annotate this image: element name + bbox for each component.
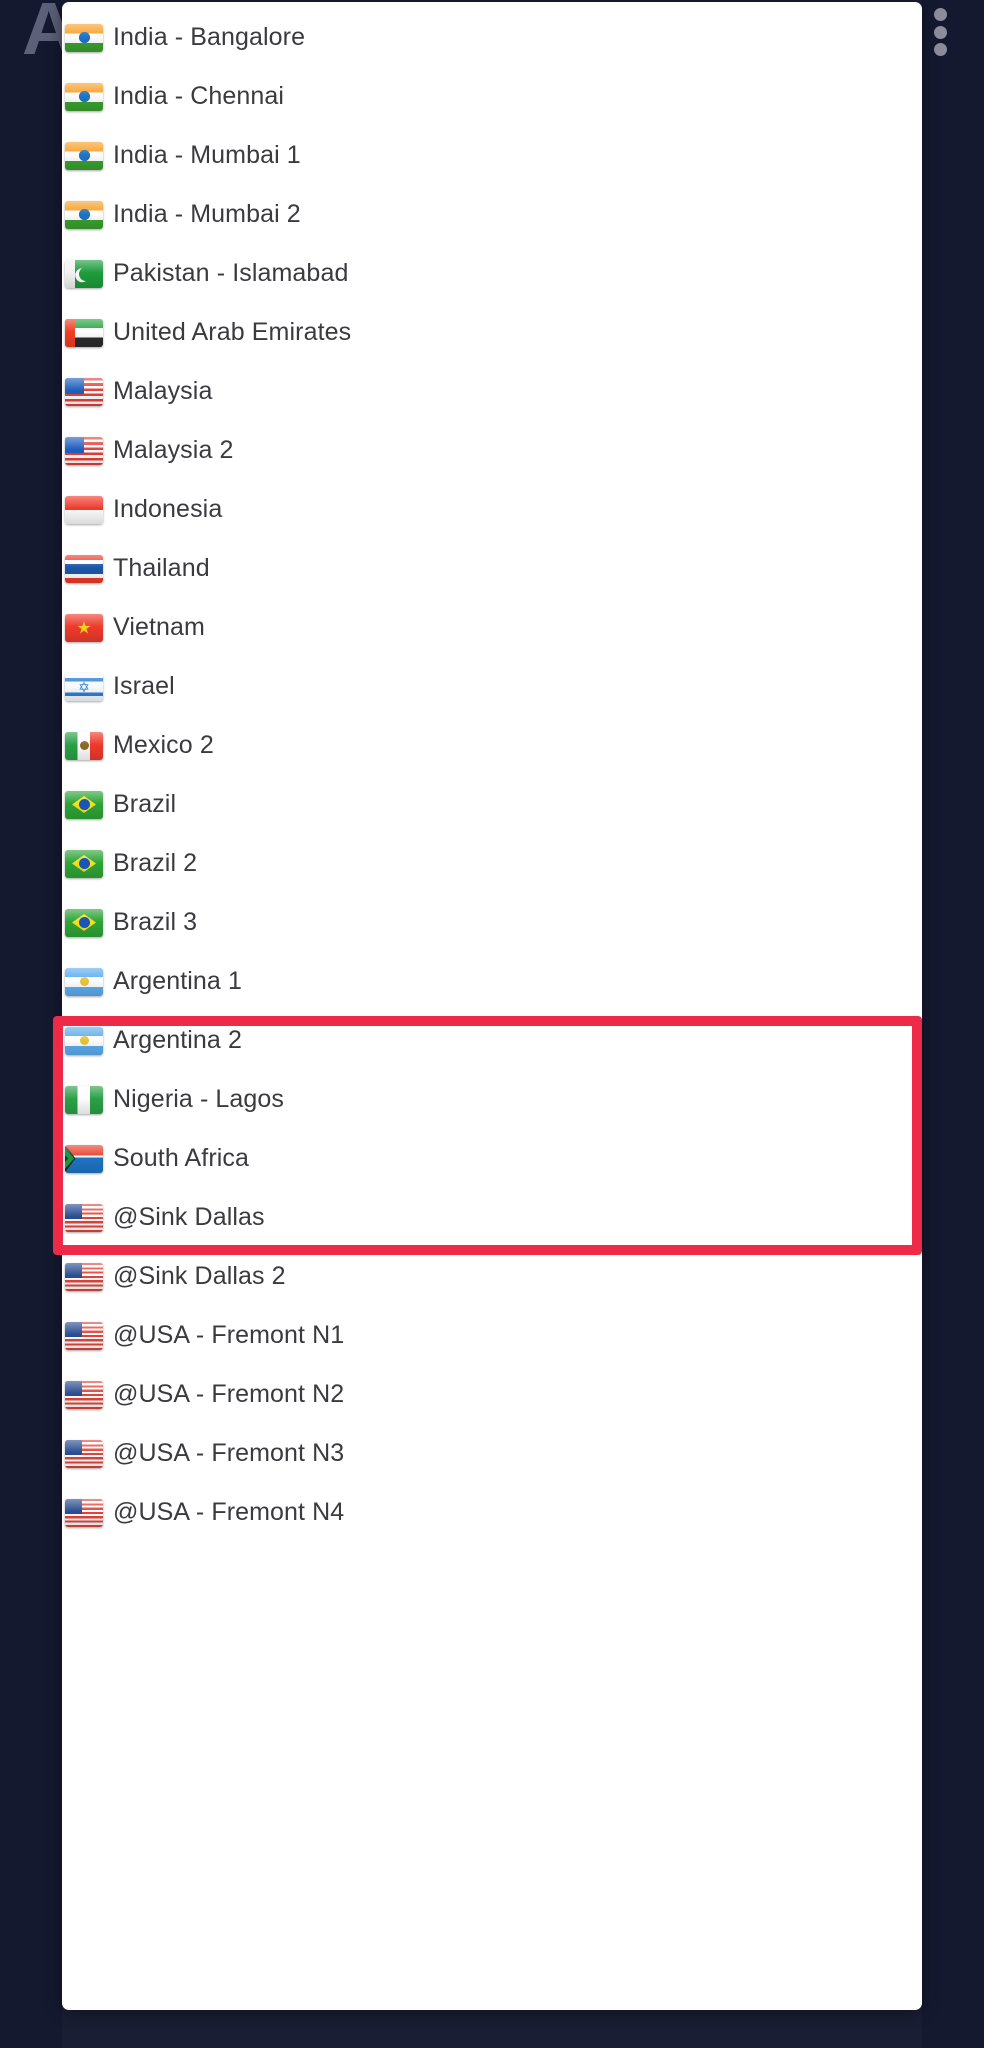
list-item[interactable]: Indonesia [62, 480, 922, 539]
flag-malaysia-icon [65, 436, 103, 465]
list-item-label: Israel [113, 672, 175, 700]
list-item-label: Brazil 2 [113, 849, 198, 877]
flag-south-africa-icon [65, 1144, 103, 1173]
flag-brazil-icon [65, 849, 103, 878]
brazil-globe [78, 858, 90, 869]
list-item[interactable]: South Africa [62, 1129, 922, 1188]
flag-indonesia-icon [65, 495, 103, 524]
list-item[interactable]: Malaysia [62, 362, 922, 421]
list-item-label: India - Bangalore [113, 23, 306, 51]
list-item[interactable]: @USA - Fremont N4 [62, 1483, 922, 1542]
flag-india-icon [65, 82, 103, 111]
list-item-label: @Sink Dallas 2 [113, 1262, 286, 1290]
kebab-dot-1 [933, 8, 947, 21]
list-item[interactable]: United Arab Emirates [62, 303, 922, 362]
list-item[interactable]: Malaysia 2 [62, 421, 922, 480]
list-item-label: @USA - Fremont N1 [113, 1321, 345, 1349]
list-item-label: @USA - Fremont N3 [113, 1439, 345, 1467]
flag-india-icon [65, 141, 103, 170]
list-item-label: Thailand [113, 554, 210, 582]
list-item-label: Vietnam [113, 613, 205, 641]
list-item[interactable]: @USA - Fremont N2 [62, 1365, 922, 1424]
flag-india-icon [65, 200, 103, 229]
list-item-label: @USA - Fremont N4 [113, 1498, 345, 1526]
list-item[interactable]: Nigeria - Lagos [62, 1070, 922, 1129]
list-item-label: India - Mumbai 2 [113, 200, 301, 228]
list-item[interactable]: Pakistan - Islamabad [62, 244, 922, 303]
list-item-label: India - Mumbai 1 [113, 141, 301, 169]
flag-malaysia-icon [65, 377, 103, 406]
list-item[interactable]: India - Mumbai 2 [62, 185, 922, 244]
list-item-label: United Arab Emirates [113, 318, 352, 346]
flag-usa-icon [65, 1380, 103, 1409]
list-item-label: Malaysia 2 [113, 436, 234, 464]
flag-pakistan-icon [65, 259, 103, 288]
list-item[interactable]: @USA - Fremont N3 [62, 1424, 922, 1483]
list-item[interactable]: Mexico 2 [62, 716, 922, 775]
flag-nigeria-icon [65, 1085, 103, 1114]
flag-india-icon [65, 23, 103, 52]
kebab-dot-3 [933, 43, 947, 56]
brazil-globe [78, 917, 90, 928]
list-item-label: Argentina 2 [113, 1026, 242, 1054]
list-item-label: Pakistan - Islamabad [113, 259, 349, 287]
list-item-label: Mexico 2 [113, 731, 214, 759]
flag-usa-icon [65, 1203, 103, 1232]
flag-israel-icon [65, 672, 103, 701]
list-item[interactable]: Thailand [62, 539, 922, 598]
list-item[interactable]: India - Chennai [62, 67, 922, 126]
list-item[interactable]: Brazil 3 [62, 893, 922, 952]
list-item-label: Nigeria - Lagos [113, 1085, 285, 1113]
list-item[interactable]: Argentina 2 [62, 1011, 922, 1070]
list-item[interactable]: @Sink Dallas [62, 1188, 922, 1247]
south-africa-chevron [65, 1148, 75, 1169]
list-item[interactable]: Vietnam [62, 598, 922, 657]
list-item[interactable]: India - Bangalore [62, 8, 922, 67]
list-item-label: India - Chennai [113, 82, 285, 110]
flag-vietnam-icon [65, 613, 103, 642]
list-item[interactable]: @Sink Dallas 2 [62, 1247, 922, 1306]
list-item-label: Indonesia [113, 495, 223, 523]
flag-argentina-icon [65, 1026, 103, 1055]
list-item[interactable]: India - Mumbai 1 [62, 126, 922, 185]
list-item-label: Argentina 1 [113, 967, 242, 995]
list-item[interactable]: Israel [62, 657, 922, 716]
kebab-dot-2 [933, 25, 947, 39]
flag-brazil-icon [65, 908, 103, 937]
flag-usa-icon [65, 1321, 103, 1350]
flag-usa-icon [65, 1262, 103, 1291]
list-item-label: Brazil [113, 790, 177, 818]
flag-argentina-icon [65, 967, 103, 996]
list-item-label: @USA - Fremont N2 [113, 1380, 345, 1408]
list-item[interactable]: Argentina 1 [62, 952, 922, 1011]
list-item[interactable]: Brazil [62, 775, 922, 834]
brazil-globe [78, 799, 90, 810]
flag-usa-icon [65, 1498, 103, 1527]
flag-mexico-icon [65, 731, 103, 760]
list-item[interactable]: @USA - Fremont N1 [62, 1306, 922, 1365]
list-item-label: Malaysia [113, 377, 213, 405]
kebab-menu-icon[interactable] [932, 8, 948, 56]
flag-uae-icon [65, 318, 103, 347]
list-item[interactable]: Brazil 2 [62, 834, 922, 893]
list-item-label: @Sink Dallas [113, 1203, 265, 1231]
flag-thailand-icon [65, 554, 103, 583]
flag-usa-icon [65, 1439, 103, 1468]
server-location-dropdown[interactable]: India - Bangalore India - Chennai India - … [62, 2, 922, 2010]
flag-brazil-icon [65, 790, 103, 819]
list-item-label: Brazil 3 [113, 908, 198, 936]
option-list: India - Bangalore India - Chennai India - … [62, 2, 922, 1542]
list-item-label: South Africa [113, 1144, 250, 1172]
